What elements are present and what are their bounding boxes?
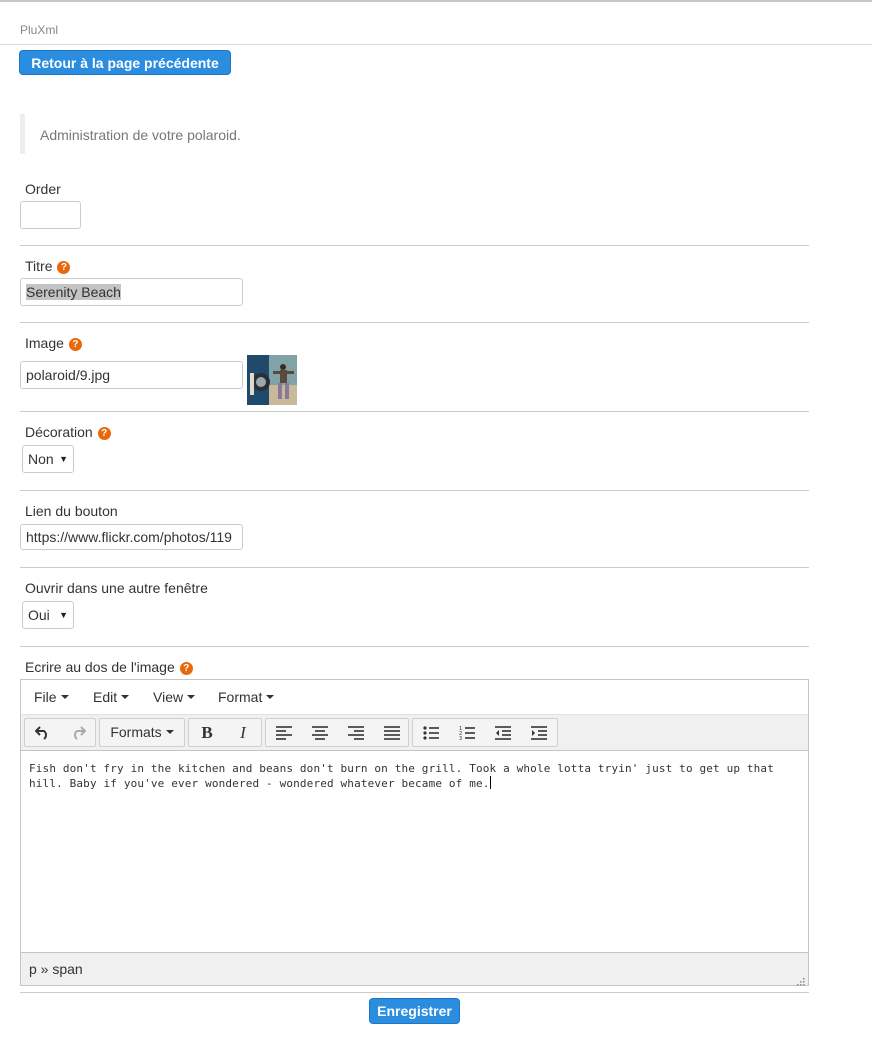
intro-text: Administration de votre polaroid. <box>20 114 320 154</box>
divider <box>20 646 809 647</box>
align-left-icon[interactable] <box>266 719 302 746</box>
formats-button: Formats <box>100 719 184 746</box>
editor-paragraph: Fish don't fry in the kitchen and beans … <box>29 762 774 790</box>
help-icon[interactable]: ? <box>97 427 111 440</box>
resize-handle-icon[interactable] <box>796 973 805 986</box>
image-input[interactable]: polaroid/9.jpg <box>20 361 243 389</box>
divider <box>20 992 809 993</box>
titre-input[interactable]: Serenity Beach <box>20 278 243 306</box>
image-label-text: Image <box>25 335 64 351</box>
divider <box>20 411 809 412</box>
align-justify-icon[interactable] <box>374 719 410 746</box>
ouvrir-selected: Oui <box>28 607 50 623</box>
divider <box>20 567 809 568</box>
caret-down-icon <box>165 730 174 734</box>
formats-dropdown[interactable]: Formats <box>99 718 185 747</box>
caret-down-icon <box>121 695 130 699</box>
undo-icon[interactable] <box>25 719 61 746</box>
svg-text:3: 3 <box>459 736 462 740</box>
editor-toolbar: Formats B I 1 2 3 <box>21 715 808 751</box>
bold-icon[interactable]: B <box>189 719 225 746</box>
header-divider <box>0 44 872 45</box>
titre-label-text: Titre <box>25 258 53 274</box>
save-button[interactable]: Enregistrer <box>369 998 460 1024</box>
ouvrir-label: Ouvrir dans une autre fenêtre <box>25 580 208 596</box>
back-button[interactable]: Retour à la page précédente <box>19 50 231 75</box>
chevron-down-icon: ▼ <box>59 610 68 620</box>
titre-value: Serenity Beach <box>26 284 121 300</box>
bullet-list-icon[interactable] <box>413 719 449 746</box>
divider <box>20 322 809 323</box>
indent-icon[interactable] <box>521 719 557 746</box>
align-right-icon[interactable] <box>338 719 374 746</box>
editor-content-area[interactable]: Fish don't fry in the kitchen and beans … <box>21 751 808 951</box>
ecrire-label-text: Ecrire au dos de l'image <box>25 659 175 675</box>
ouvrir-select[interactable]: Oui ▼ <box>22 601 74 629</box>
menu-view-label: View <box>153 689 184 705</box>
help-icon[interactable]: ? <box>179 662 193 675</box>
menu-view[interactable]: View <box>153 680 196 714</box>
alignment-group <box>265 718 409 747</box>
app-name: PluXml <box>20 23 59 37</box>
element-path[interactable]: p » span <box>29 953 83 985</box>
lien-input[interactable]: https://www.flickr.com/photos/119 <box>20 524 243 550</box>
text-style-group: B I <box>188 718 262 747</box>
italic-icon[interactable]: I <box>225 719 261 746</box>
lien-label: Lien du bouton <box>25 503 118 519</box>
caret-down-icon <box>60 695 69 699</box>
help-icon[interactable]: ? <box>57 261 71 274</box>
order-label: Order <box>25 181 61 197</box>
editor-menubar: File Edit View Format <box>21 680 808 715</box>
divider <box>20 490 809 491</box>
divider <box>20 245 809 246</box>
menu-edit[interactable]: Edit <box>93 680 130 714</box>
help-icon[interactable]: ? <box>68 338 82 351</box>
menu-format-label: Format <box>218 689 263 705</box>
caret-down-icon <box>266 695 275 699</box>
window-top-border <box>0 0 872 2</box>
rich-text-editor: File Edit View Format Formats B I 1 2 3 … <box>20 679 809 986</box>
caret-down-icon <box>187 695 196 699</box>
image-label: Image? <box>25 335 82 351</box>
menu-edit-label: Edit <box>93 689 118 705</box>
menu-file-label: File <box>34 689 57 705</box>
history-group <box>24 718 96 747</box>
menu-format[interactable]: Format <box>218 680 275 714</box>
ecrire-label: Ecrire au dos de l'image? <box>25 659 193 675</box>
decoration-label-text: Décoration <box>25 424 93 440</box>
decoration-select[interactable]: Non ▼ <box>22 445 74 473</box>
titre-label: Titre? <box>25 258 71 274</box>
decoration-selected: Non <box>28 451 54 467</box>
order-input[interactable] <box>20 201 81 229</box>
image-thumbnail[interactable] <box>247 355 297 405</box>
numbered-list-icon[interactable]: 123 <box>449 719 485 746</box>
menu-file[interactable]: File <box>34 680 69 714</box>
decoration-label: Décoration? <box>25 424 111 440</box>
editor-statusbar: p » span <box>21 952 808 986</box>
outdent-icon[interactable] <box>485 719 521 746</box>
list-group: 123 <box>412 718 558 747</box>
redo-icon[interactable] <box>60 719 96 746</box>
align-center-icon[interactable] <box>302 719 338 746</box>
formats-label: Formats <box>110 724 162 740</box>
text-cursor <box>489 776 491 789</box>
chevron-down-icon: ▼ <box>59 454 68 464</box>
